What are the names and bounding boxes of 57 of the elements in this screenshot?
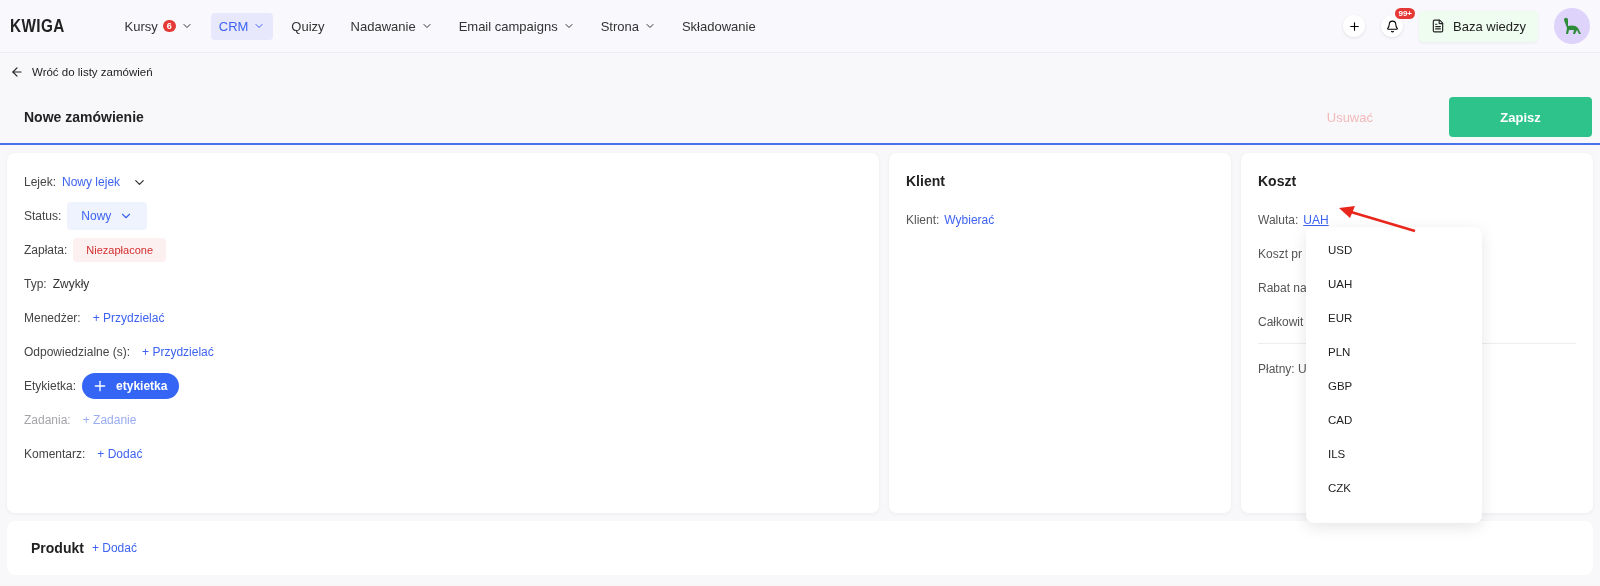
menu-item[interactable]: UAH	[1306, 267, 1482, 301]
field-label: Status:	[24, 209, 62, 223]
field-label: Zapłata:	[24, 243, 68, 257]
field-label: Etykietka:	[24, 379, 77, 393]
status-dropdown[interactable]: Nowy	[67, 202, 148, 230]
knowledge-base-button[interactable]: Baza wiedzy	[1419, 10, 1538, 42]
field-label: Klient:	[906, 213, 940, 227]
page-title: Nowe zamówienie	[24, 109, 145, 125]
select-client-link[interactable]: Wybierać	[944, 213, 995, 227]
field-label: Lejek:	[24, 175, 57, 189]
notification-badge: 99+	[1395, 8, 1415, 19]
payment-badge: Niezapłacone	[73, 238, 166, 262]
add-link[interactable]: + Przydzielać	[92, 311, 165, 325]
back-link[interactable]: Wróć do listy zamówień	[32, 66, 153, 78]
plus-icon	[1347, 19, 1361, 33]
notification-button[interactable]	[1381, 15, 1403, 37]
field-label: Waluta:	[1258, 213, 1299, 227]
menu-item[interactable]: ILS	[1306, 437, 1482, 471]
nav-item[interactable]: Kursy 6	[116, 12, 201, 40]
card-title: Produkt	[31, 540, 84, 556]
bell-icon	[1385, 19, 1399, 33]
nav-item[interactable]: Nadawanie	[342, 12, 441, 40]
menu-item[interactable]: PLN	[1306, 335, 1482, 369]
field-label: Menedżer:	[24, 311, 81, 325]
add-product-link[interactable]: + Dodać	[91, 541, 137, 555]
back-arrow-icon[interactable]	[10, 65, 24, 79]
field-label: Rabat na	[1258, 281, 1307, 295]
field-label: Odpowiedzialne (s):	[24, 345, 131, 359]
field-value: Zwykły	[52, 277, 90, 291]
field-label: Koszt pr	[1258, 247, 1302, 261]
field-label: Komentarz:	[24, 447, 86, 461]
avatar[interactable]	[1554, 8, 1590, 44]
card-title: Koszt	[1258, 173, 1298, 189]
field-label: Całkowit	[1258, 315, 1304, 329]
add-button[interactable]	[1343, 15, 1365, 37]
field-label: Zadania:	[24, 413, 71, 427]
currency-link[interactable]: UAH	[1303, 213, 1329, 227]
field-label: Typ:	[24, 277, 47, 291]
document-icon	[1431, 19, 1445, 33]
menu-item[interactable]: USD	[1306, 233, 1482, 267]
nav-item[interactable]: Quizy	[283, 12, 333, 40]
menu-item[interactable]: EUR	[1306, 301, 1482, 335]
add-link[interactable]: + Przydzielać	[142, 345, 214, 359]
nav-item[interactable]: Email campaigns	[450, 12, 583, 40]
menu-item[interactable]: GBP	[1306, 369, 1482, 403]
logo[interactable]: KWIGA	[10, 15, 65, 37]
count-badge: 6	[162, 20, 176, 32]
add-link[interactable]: + Dodać	[97, 447, 143, 461]
nav-item[interactable]: Strona	[592, 12, 664, 40]
card-title: Klient	[906, 173, 946, 189]
nav-item[interactable]: CRM	[210, 12, 274, 40]
nav-item[interactable]: Składowanie	[673, 12, 764, 40]
add-tag-button[interactable]: etykietka	[82, 373, 180, 399]
menu-item[interactable]: CAD	[1306, 403, 1482, 437]
menu-item[interactable]: CZK	[1306, 471, 1482, 505]
funnel-link[interactable]: Nowy lejek	[62, 175, 121, 189]
field-label: Płatny: U	[1258, 362, 1307, 376]
